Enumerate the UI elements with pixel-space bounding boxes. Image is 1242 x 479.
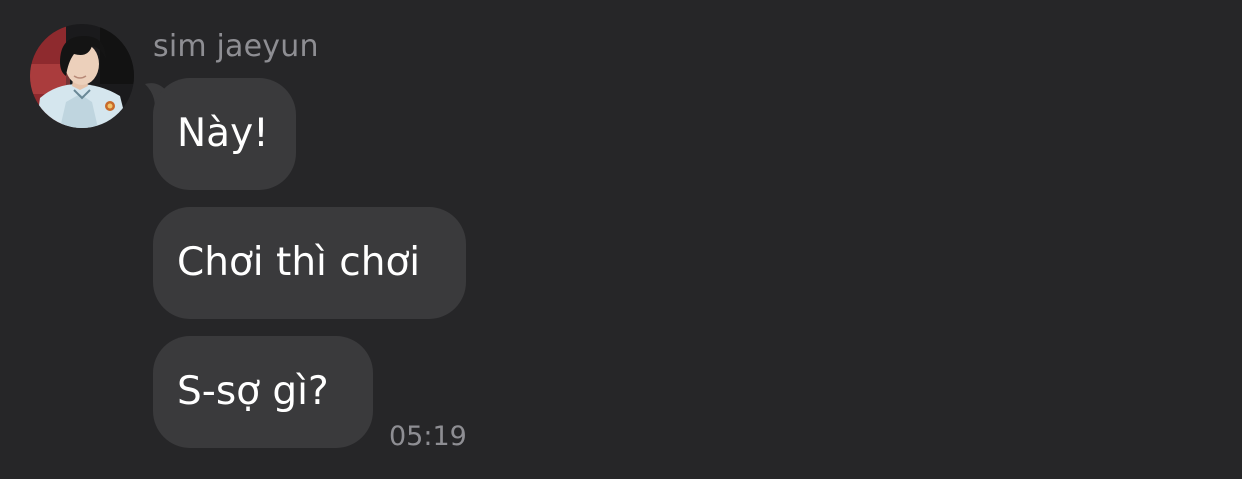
message-bubble[interactable]: Chơi thì chơi [153, 207, 466, 319]
message-text: Chơi thì chơi [177, 240, 421, 285]
message-bubble[interactable]: S-sợ gì? [153, 336, 373, 448]
sender-avatar[interactable] [30, 24, 134, 128]
message-bubble[interactable]: Này! [153, 78, 296, 190]
message-text: S-sợ gì? [177, 369, 329, 414]
sender-name: sim jaeyun [153, 29, 319, 64]
chat-thread: sim jaeyun Này! Chơi thì chơi S-sợ gì? 0… [0, 0, 1242, 479]
message-timestamp: 05:19 [389, 421, 467, 452]
avatar-photo-icon [30, 24, 134, 128]
message-text: Này! [177, 111, 269, 156]
